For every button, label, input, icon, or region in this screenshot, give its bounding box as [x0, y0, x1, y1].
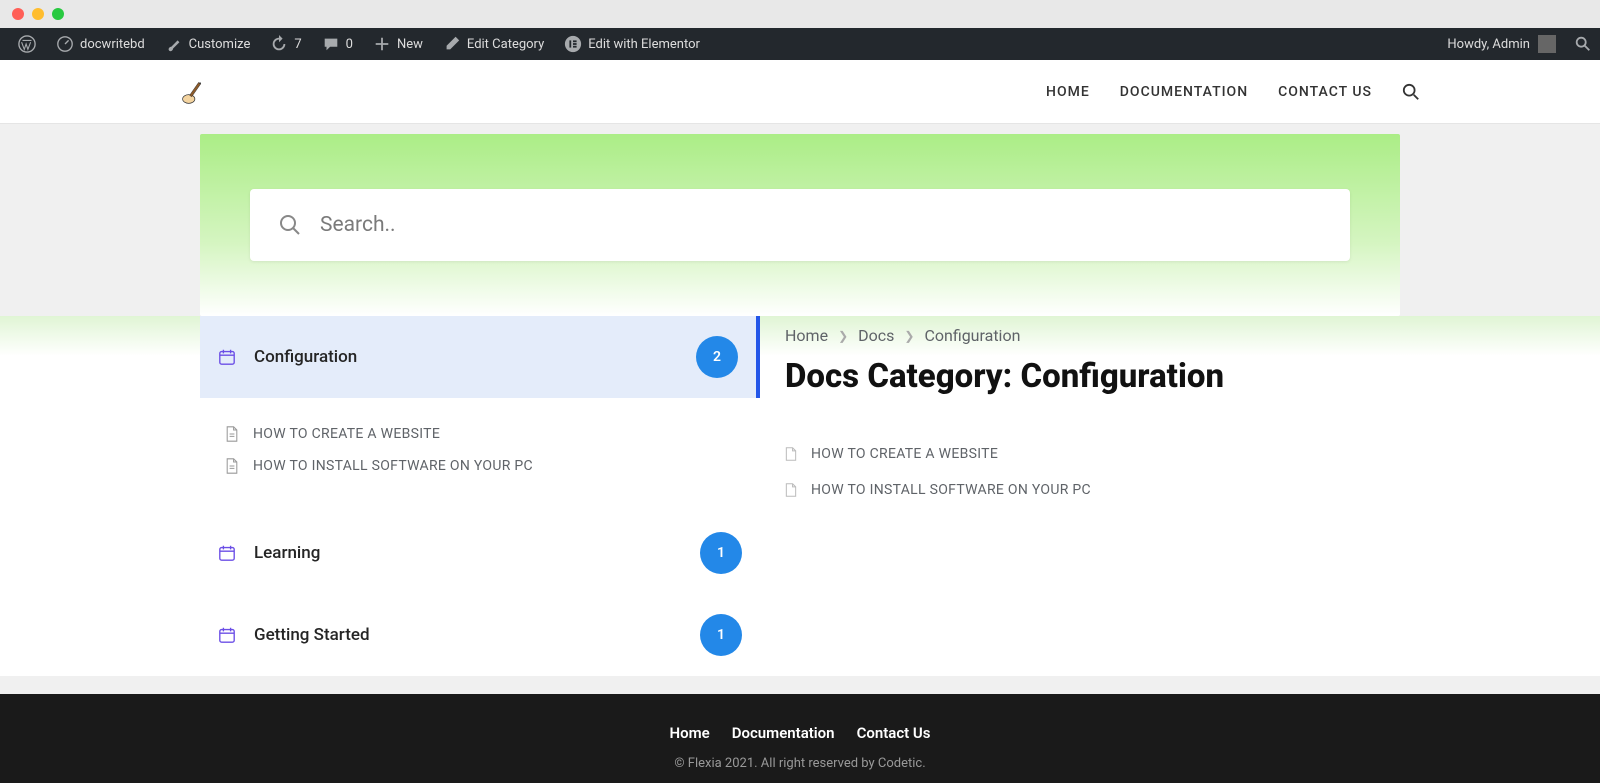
window-minimize[interactable]	[32, 8, 44, 20]
admin-search-icon[interactable]	[1574, 35, 1592, 53]
wp-elementor[interactable]: Edit with Elementor	[554, 28, 710, 60]
sidebar-item-label: Learning	[254, 543, 700, 563]
wp-site-link[interactable]: docwritebd	[46, 28, 155, 60]
window-close[interactable]	[12, 8, 24, 20]
nav-documentation[interactable]: DOCUMENTATION	[1120, 84, 1248, 100]
nav-contact[interactable]: CONTACT US	[1278, 84, 1372, 100]
wp-logo[interactable]	[8, 28, 46, 60]
site-logo[interactable]	[180, 78, 208, 106]
sidebar-item-label: Getting Started	[254, 625, 700, 645]
category-icon	[218, 544, 236, 562]
plus-icon	[373, 35, 391, 53]
brush-icon	[165, 35, 183, 53]
wp-updates[interactable]: 7	[260, 28, 311, 60]
site-name: docwritebd	[80, 37, 145, 52]
wp-admin-bar: docwritebd Customize 7 0 New Edit Catego…	[0, 28, 1600, 60]
footer-nav-home[interactable]: Home	[670, 724, 710, 742]
updates-icon	[270, 35, 288, 53]
category-icon	[218, 626, 236, 644]
breadcrumb: Home ❯ Docs ❯ Configuration	[785, 326, 1400, 345]
footer-nav-contact[interactable]: Contact Us	[857, 724, 931, 742]
search-icon	[278, 213, 302, 237]
doc-title: HOW TO CREATE A WEBSITE	[811, 446, 998, 462]
sub-article-list: HOW TO CREATE A WEBSITE HOW TO INSTALL S…	[200, 398, 760, 512]
sidebar-item-configuration[interactable]: Configuration 2	[200, 316, 760, 398]
category-icon	[218, 348, 236, 366]
nav-home[interactable]: HOME	[1046, 84, 1090, 100]
updates-count: 7	[294, 37, 301, 52]
sub-article-link[interactable]: HOW TO CREATE A WEBSITE	[200, 418, 760, 450]
wp-edit-category[interactable]: Edit Category	[433, 28, 554, 60]
main-content: Home ❯ Docs ❯ Configuration Docs Categor…	[760, 316, 1400, 508]
window-chrome	[0, 0, 1600, 28]
category-sidebar: Configuration 2 HOW TO CREATE A WEBSITE …	[200, 316, 760, 676]
dashboard-icon	[56, 35, 74, 53]
doc-icon	[225, 426, 239, 442]
copyright-text: © Flexia 2021. All right reserved by Cod…	[0, 756, 1600, 771]
chevron-right-icon: ❯	[838, 329, 848, 343]
site-header: HOME DOCUMENTATION CONTACT US	[0, 60, 1600, 124]
sub-article-title: HOW TO CREATE A WEBSITE	[253, 426, 440, 442]
chevron-right-icon: ❯	[904, 329, 914, 343]
window-maximize[interactable]	[52, 8, 64, 20]
comments-count: 0	[346, 37, 353, 52]
doc-icon	[785, 483, 797, 497]
doc-link[interactable]: HOW TO INSTALL SOFTWARE ON YOUR PC	[785, 472, 1400, 508]
page-title: Docs Category: Configuration	[785, 357, 1400, 396]
count-badge: 1	[700, 532, 742, 574]
search-input[interactable]	[320, 213, 1322, 237]
sidebar-item-getting-started[interactable]: Getting Started 1	[200, 594, 760, 676]
doc-link[interactable]: HOW TO CREATE A WEBSITE	[785, 436, 1400, 472]
new-label: New	[397, 37, 423, 52]
breadcrumb-current: Configuration	[924, 326, 1020, 345]
customize-label: Customize	[189, 37, 251, 52]
doc-icon	[785, 447, 797, 461]
sidebar-item-label: Configuration	[254, 347, 696, 367]
count-badge: 1	[700, 614, 742, 656]
wp-new[interactable]: New	[363, 28, 433, 60]
wp-customize[interactable]: Customize	[155, 28, 261, 60]
doc-icon	[225, 458, 239, 474]
search-icon[interactable]	[1402, 83, 1420, 101]
breadcrumb-home[interactable]: Home	[785, 326, 828, 345]
sub-article-title: HOW TO INSTALL SOFTWARE ON YOUR PC	[253, 458, 533, 474]
pencil-icon	[443, 35, 461, 53]
avatar[interactable]	[1538, 35, 1556, 53]
howdy-text[interactable]: Howdy, Admin	[1447, 37, 1530, 52]
sidebar-item-learning[interactable]: Learning 1	[200, 512, 760, 594]
elementor-label: Edit with Elementor	[588, 37, 700, 52]
comment-icon	[322, 35, 340, 53]
edit-category-label: Edit Category	[467, 37, 544, 52]
wordpress-icon	[18, 35, 36, 53]
footer-nav-documentation[interactable]: Documentation	[732, 724, 835, 742]
doc-title: HOW TO INSTALL SOFTWARE ON YOUR PC	[811, 482, 1091, 498]
count-badge: 2	[696, 336, 738, 378]
site-footer: Home Documentation Contact Us © Flexia 2…	[0, 694, 1600, 783]
elementor-icon	[564, 35, 582, 53]
sub-article-link[interactable]: HOW TO INSTALL SOFTWARE ON YOUR PC	[200, 450, 760, 482]
hero-search-banner	[200, 134, 1400, 316]
search-box[interactable]	[250, 189, 1350, 261]
breadcrumb-docs[interactable]: Docs	[858, 326, 894, 345]
wp-comments[interactable]: 0	[312, 28, 363, 60]
